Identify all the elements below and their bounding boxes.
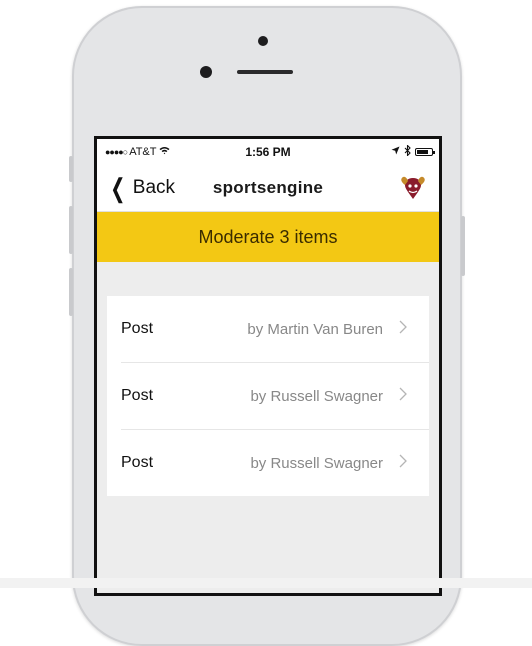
item-type: Post bbox=[121, 320, 154, 337]
chevron-right-icon bbox=[399, 320, 407, 339]
app-display: ●●●●○ AT&T 1:56 PM ❮ Back sportsengine M… bbox=[97, 139, 439, 593]
power-button bbox=[461, 216, 465, 276]
moderate-banner-label: Moderate 3 items bbox=[198, 226, 338, 247]
navigation-bar: ❮ Back sportsengine bbox=[97, 165, 439, 212]
team-logo-icon[interactable] bbox=[399, 175, 427, 201]
chevron-left-icon: ❮ bbox=[110, 173, 126, 203]
item-author: by Russell Swagner bbox=[250, 454, 383, 472]
list-item[interactable]: Post by Martin Van Buren bbox=[107, 296, 429, 362]
proximity-sensor bbox=[200, 66, 212, 78]
moderate-banner[interactable]: Moderate 3 items bbox=[97, 212, 439, 262]
item-type: Post bbox=[121, 454, 154, 471]
volume-down-button bbox=[69, 268, 73, 316]
volume-up-button bbox=[69, 206, 73, 254]
front-camera bbox=[258, 36, 268, 46]
chevron-right-icon bbox=[399, 387, 407, 406]
moderation-list: Post by Martin Van Buren Post by Russell… bbox=[107, 296, 429, 496]
earpiece-speaker bbox=[237, 70, 293, 74]
item-author: by Martin Van Buren bbox=[247, 320, 383, 338]
back-button[interactable]: ❮ Back bbox=[97, 175, 175, 201]
status-bar: ●●●●○ AT&T 1:56 PM bbox=[97, 139, 439, 165]
list-item[interactable]: Post by Russell Swagner bbox=[121, 362, 429, 429]
item-author: by Russell Swagner bbox=[250, 387, 383, 405]
battery-icon bbox=[415, 148, 435, 156]
back-label: Back bbox=[132, 177, 176, 198]
chevron-right-icon bbox=[399, 454, 407, 473]
silent-switch bbox=[69, 156, 73, 182]
list-item[interactable]: Post by Russell Swagner bbox=[121, 429, 429, 496]
status-time: 1:56 PM bbox=[245, 145, 291, 159]
bottom-shade bbox=[0, 578, 532, 588]
item-type: Post bbox=[121, 387, 154, 404]
phone-screen: ●●●●○ AT&T 1:56 PM ❮ Back sportsengine M… bbox=[94, 136, 442, 596]
